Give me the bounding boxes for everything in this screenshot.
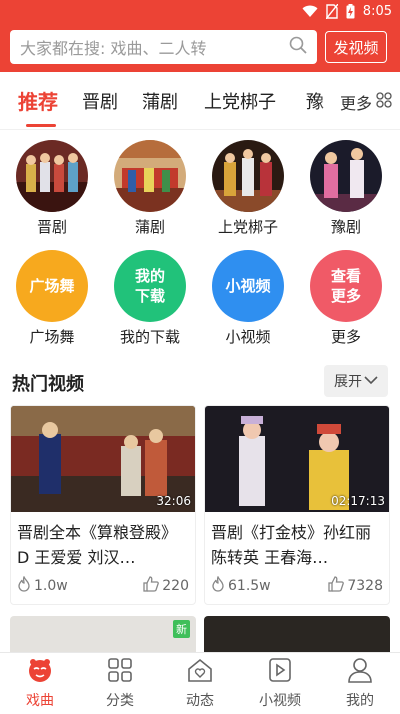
view-count-value: 1.0w bbox=[34, 578, 68, 594]
nav-opera[interactable]: 戏曲 bbox=[0, 653, 80, 714]
video-card[interactable] bbox=[204, 616, 390, 656]
video-duration: 02:17:13 bbox=[331, 494, 385, 508]
video-title: 晋剧《打金枝》孙红丽 陈转英 王春海… bbox=[211, 523, 372, 567]
flame-icon bbox=[211, 575, 225, 596]
like-count-value: 220 bbox=[162, 578, 189, 594]
video-card[interactable]: 02:17:13 晋剧《打金枝》孙红丽 陈转英 王春海… 61.5w 7328 bbox=[204, 405, 390, 605]
feature-square-dance[interactable]: 广场舞 广场舞 bbox=[12, 250, 92, 347]
tab-pu-opera[interactable]: 蒲剧 bbox=[142, 88, 178, 114]
feature-my-downloads[interactable]: 我的 下载 我的下载 bbox=[110, 250, 190, 347]
chevron-down-icon bbox=[364, 373, 378, 389]
category-grid: 晋剧 蒲剧 上党梆子 豫剧 广场舞 广场舞 我的 下载 我的下载 小视频 小视频… bbox=[0, 140, 400, 350]
category-shangdang-bangzi[interactable]: 上党梆子 bbox=[208, 140, 288, 237]
tab-recommend[interactable]: 推荐 bbox=[18, 86, 58, 115]
grid-icon bbox=[107, 657, 133, 687]
battery-charging-icon bbox=[346, 3, 355, 19]
video-duration: 32:06 bbox=[156, 494, 191, 508]
video-thumbnail: 02:17:13 bbox=[205, 406, 389, 512]
house-heart-icon bbox=[187, 657, 213, 687]
feature-label: 广场舞 bbox=[29, 328, 75, 346]
more-tabs-button[interactable]: 更多 bbox=[333, 90, 392, 114]
video-stats: 1.0w 220 bbox=[11, 570, 195, 604]
category-tabs: 推荐 晋剧 蒲剧 上党梆子 豫 更多 bbox=[0, 72, 400, 130]
nav-profile[interactable]: 我的 bbox=[320, 653, 400, 714]
no-sim-icon bbox=[325, 3, 338, 19]
search-row: 大家都在搜: 戏曲、二人转 发视频 bbox=[10, 30, 392, 64]
category-jin-opera[interactable]: 晋剧 bbox=[12, 140, 92, 237]
square-dance-icon: 广场舞 bbox=[16, 250, 88, 322]
feature-more[interactable]: 查看 更多 更多 bbox=[306, 250, 386, 347]
view-more-icon: 查看 更多 bbox=[310, 250, 382, 322]
search-input[interactable]: 大家都在搜: 戏曲、二人转 bbox=[10, 30, 317, 64]
feature-label: 小视频 bbox=[225, 328, 271, 346]
jin-opera-thumbnail bbox=[16, 140, 88, 212]
search-placeholder: 大家都在搜: 戏曲、二人转 bbox=[20, 39, 207, 58]
nav-categories[interactable]: 分类 bbox=[80, 653, 160, 714]
like-count-value: 7328 bbox=[347, 578, 383, 594]
category-label: 蒲剧 bbox=[134, 218, 165, 236]
video-stats: 61.5w 7328 bbox=[205, 570, 389, 604]
feature-label: 我的下载 bbox=[119, 328, 180, 346]
status-bar: 8:05 bbox=[302, 0, 392, 22]
post-video-button[interactable]: 发视频 bbox=[325, 31, 387, 63]
my-downloads-icon: 我的 下载 bbox=[114, 250, 186, 322]
category-label: 豫剧 bbox=[330, 218, 361, 236]
expand-button[interactable]: 展开 bbox=[324, 365, 388, 397]
feature-short-video[interactable]: 小视频 小视频 bbox=[208, 250, 288, 347]
category-yu-opera[interactable]: 豫剧 bbox=[306, 140, 386, 237]
tab-shangdang-bangzi[interactable]: 上党梆子 bbox=[204, 88, 276, 114]
bottom-nav: 戏曲 分类 动态 小视频 我的 bbox=[0, 652, 400, 714]
yu-opera-thumbnail bbox=[310, 140, 382, 212]
new-badge: 新 bbox=[173, 620, 190, 638]
nav-label: 动态 bbox=[186, 693, 214, 709]
view-count: 1.0w bbox=[17, 575, 68, 596]
nav-feed[interactable]: 动态 bbox=[160, 653, 240, 714]
expand-label: 展开 bbox=[334, 374, 362, 390]
shangdang-bangzi-thumbnail bbox=[212, 140, 284, 212]
category-label: 上党梆子 bbox=[217, 218, 278, 236]
section-title-hot-videos: 热门视频 bbox=[12, 374, 84, 395]
wifi-icon bbox=[302, 5, 318, 18]
search-icon[interactable] bbox=[289, 36, 307, 58]
flame-icon bbox=[17, 575, 31, 596]
opera-mask-icon bbox=[27, 657, 53, 687]
nav-label: 我的 bbox=[346, 693, 374, 709]
video-card[interactable]: 新 bbox=[10, 616, 196, 656]
thumbs-up-icon bbox=[143, 576, 160, 596]
four-circles-icon bbox=[376, 92, 392, 112]
person-icon bbox=[347, 657, 373, 687]
category-pu-opera[interactable]: 蒲剧 bbox=[110, 140, 190, 237]
tab-jin-opera[interactable]: 晋剧 bbox=[82, 88, 118, 114]
video-thumbnail: 32:06 bbox=[11, 406, 195, 512]
nav-label: 分类 bbox=[106, 693, 134, 709]
view-count: 61.5w bbox=[211, 575, 271, 596]
like-count[interactable]: 220 bbox=[143, 576, 189, 596]
category-label: 晋剧 bbox=[36, 218, 67, 236]
status-time: 8:05 bbox=[362, 3, 392, 19]
more-tabs-label: 更多 bbox=[339, 94, 372, 113]
play-icon bbox=[267, 657, 293, 687]
thumbs-up-icon bbox=[328, 576, 345, 596]
short-video-icon: 小视频 bbox=[212, 250, 284, 322]
video-card[interactable]: 32:06 晋剧全本《算粮登殿》D 王爱爱 刘汉… 1.0w 220 bbox=[10, 405, 196, 605]
app-header: 8:05 大家都在搜: 戏曲、二人转 发视频 bbox=[0, 0, 400, 72]
nav-short-video[interactable]: 小视频 bbox=[240, 653, 320, 714]
view-count-value: 61.5w bbox=[228, 578, 271, 594]
pu-opera-thumbnail bbox=[114, 140, 186, 212]
tab-yu-opera[interactable]: 豫 bbox=[306, 88, 324, 114]
feature-label: 更多 bbox=[330, 328, 361, 346]
nav-label: 小视频 bbox=[259, 693, 301, 709]
like-count[interactable]: 7328 bbox=[328, 576, 383, 596]
nav-label: 戏曲 bbox=[26, 693, 54, 709]
active-tab-indicator bbox=[26, 124, 56, 127]
video-title: 晋剧全本《算粮登殿》D 王爱爱 刘汉… bbox=[17, 523, 178, 567]
